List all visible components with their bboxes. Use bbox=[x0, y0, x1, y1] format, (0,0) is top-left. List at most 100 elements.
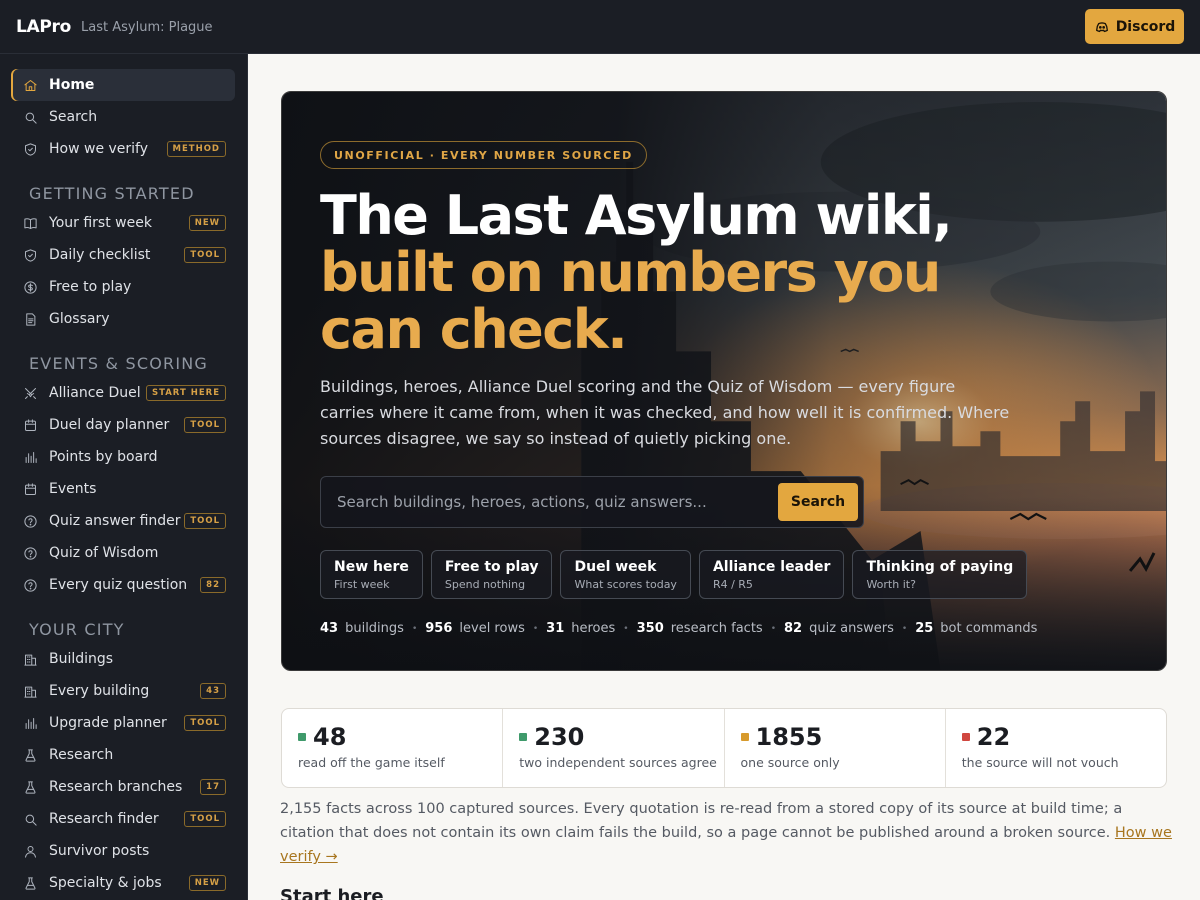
chip-free-to-play[interactable]: Free to play Spend nothing bbox=[430, 550, 553, 599]
sidebar-item-daily-checklist[interactable]: Daily checklist TOOL bbox=[11, 239, 235, 271]
discord-button[interactable]: Discord bbox=[1085, 9, 1184, 44]
confidence-label: two independent sources agree bbox=[519, 755, 717, 770]
sidebar-item-points-by-board[interactable]: Points by board bbox=[11, 441, 235, 473]
discord-icon bbox=[1095, 21, 1108, 32]
flask-icon bbox=[23, 748, 38, 763]
sidebar-item-quiz-of-wisdom[interactable]: Quiz of Wisdom bbox=[11, 537, 235, 569]
sidebar-item-duel-day-planner[interactable]: Duel day planner TOOL bbox=[11, 409, 235, 441]
shield-check-icon bbox=[23, 248, 38, 263]
sidebar-item-label: Points by board bbox=[49, 449, 158, 465]
sidebar-item-tag: TOOL bbox=[184, 513, 226, 529]
chip-subtitle: R4 / R5 bbox=[712, 578, 753, 591]
stat-value: 43 bbox=[320, 621, 339, 636]
content-stats: 43 buildings • 956 level rows • 31 heroes • 350 re… bbox=[320, 621, 1166, 636]
sidebar-item-label: Research bbox=[49, 747, 114, 763]
sidebar-item-label: Specialty & jobs bbox=[49, 875, 162, 891]
hero-banner: UNOFFICIAL · EVERY NUMBER SOURCED The La… bbox=[281, 91, 1167, 671]
sidebar-item-every-quiz-question[interactable]: Every quiz question 82 bbox=[11, 569, 235, 601]
sidebar-item-tag: TOOL bbox=[184, 715, 226, 731]
building-icon bbox=[23, 684, 38, 699]
hero-search-input[interactable] bbox=[337, 493, 767, 511]
chip-subtitle: First week bbox=[334, 578, 390, 591]
sidebar-item-label: How we verify bbox=[49, 141, 149, 157]
sidebar-item-label: Research finder bbox=[49, 811, 159, 827]
help-circle-icon bbox=[23, 546, 38, 561]
user-icon bbox=[23, 844, 38, 859]
sidebar-item-research-branches[interactable]: Research branches 17 bbox=[11, 771, 235, 803]
stat-value: 956 bbox=[425, 621, 453, 636]
sidebar-item-upgrade-planner[interactable]: Upgrade planner TOOL bbox=[11, 707, 235, 739]
stat-separator: • bbox=[623, 623, 629, 634]
confidence-count: 22 bbox=[976, 723, 1011, 751]
confidence-indicator bbox=[740, 733, 749, 741]
sidebar-item-label: Alliance Duel bbox=[49, 385, 141, 401]
search-icon bbox=[23, 110, 38, 125]
sidebar-item-tag: TOOL bbox=[184, 811, 226, 827]
chip-title: Thinking of paying bbox=[866, 559, 1014, 575]
chip-thinking-of-paying[interactable]: Thinking of paying Worth it? bbox=[852, 550, 1028, 599]
sidebar-item-how-we-verify[interactable]: How we verify METHOD bbox=[11, 133, 235, 165]
sidebar-item-home[interactable]: Home bbox=[11, 69, 235, 101]
stat-value: 31 bbox=[546, 621, 565, 636]
hero-search-button[interactable]: Search bbox=[778, 483, 858, 521]
chip-duel-week[interactable]: Duel week What scores today bbox=[560, 550, 691, 599]
stat-label: level rows bbox=[459, 621, 525, 636]
sidebar-item-label: Free to play bbox=[49, 279, 132, 295]
stat-label: heroes bbox=[571, 621, 616, 636]
sidebar-item-tag: METHOD bbox=[166, 141, 226, 157]
confidence-indicator bbox=[961, 733, 970, 741]
flask-icon bbox=[23, 780, 38, 795]
hero-content: UNOFFICIAL · EVERY NUMBER SOURCED The La… bbox=[282, 92, 1166, 670]
audience-chips: New here First week Free to play Spend noth… bbox=[320, 550, 1166, 599]
stat-separator: • bbox=[532, 623, 539, 634]
sidebar-item-specialty-and-jobs[interactable]: Specialty & jobs NEW bbox=[11, 867, 235, 899]
search-icon bbox=[23, 812, 38, 827]
sidebar-item-search[interactable]: Search bbox=[11, 101, 235, 133]
sources-note: 2,155 facts across 100 captured sources.… bbox=[280, 797, 1180, 869]
sidebar-item-alliance-duel[interactable]: Alliance Duel START HERE bbox=[11, 377, 235, 409]
sidebar-section-events-and-scoring: EVENTS & SCORING bbox=[29, 354, 209, 373]
sidebar-item-label: Every building bbox=[49, 683, 150, 699]
sidebar-item-label: Home bbox=[49, 77, 95, 93]
stat-separator: • bbox=[770, 623, 776, 634]
building-icon bbox=[23, 652, 38, 667]
chip-alliance-leader[interactable]: Alliance leader R4 / R5 bbox=[698, 550, 845, 599]
confidence-card: 1855 one source only bbox=[725, 709, 946, 787]
sidebar: Home Search How we verify METHOD GETTING STA… bbox=[0, 54, 248, 900]
swords-icon bbox=[23, 386, 38, 401]
sidebar-item-tag: NEW bbox=[188, 875, 226, 891]
hero-title: The Last Asylum wiki, built on numbers y… bbox=[320, 187, 1166, 358]
sidebar-item-glossary[interactable]: Glossary bbox=[11, 303, 235, 335]
sidebar-item-research-finder[interactable]: Research finder TOOL bbox=[11, 803, 235, 835]
sidebar-item-label: Your first week bbox=[49, 215, 152, 231]
sidebar-item-label: Events bbox=[49, 481, 97, 497]
sidebar-item-label: Duel day planner bbox=[49, 417, 170, 433]
confidence-summary: 48 read off the game itself 230 two indepen… bbox=[281, 708, 1167, 788]
sidebar-section-getting-started: GETTING STARTED bbox=[29, 184, 195, 203]
top-bar: LAPro Last Asylum: Plague Discord bbox=[0, 0, 1200, 54]
stat-label: quiz answers bbox=[809, 621, 894, 636]
sidebar-item-events[interactable]: Events bbox=[11, 473, 235, 505]
brand-logo[interactable]: LAPro bbox=[16, 17, 71, 37]
sidebar-item-buildings[interactable]: Buildings bbox=[11, 643, 235, 675]
stat-separator: • bbox=[901, 623, 908, 634]
confidence-card: 230 two independent sources agree bbox=[503, 709, 725, 787]
sidebar-item-your-first-week[interactable]: Your first week NEW bbox=[11, 207, 235, 239]
bar-chart-icon bbox=[23, 716, 38, 731]
bar-chart-icon bbox=[23, 450, 38, 465]
confidence-value: 1855 bbox=[740, 723, 945, 751]
calendar-icon bbox=[23, 482, 38, 497]
sidebar-item-quiz-answer-finder[interactable]: Quiz answer finder TOOL bbox=[11, 505, 235, 537]
hero-pill-badge: UNOFFICIAL · EVERY NUMBER SOURCED bbox=[320, 141, 647, 169]
sidebar-item-research[interactable]: Research bbox=[11, 739, 235, 771]
chip-new-here[interactable]: New here First week bbox=[320, 550, 423, 599]
chip-subtitle: Worth it? bbox=[866, 578, 916, 591]
sidebar-item-tag: 17 bbox=[200, 779, 226, 795]
confidence-card: 48 read off the game itself bbox=[282, 709, 504, 787]
chip-subtitle: What scores today bbox=[574, 578, 677, 591]
help-circle-icon bbox=[23, 514, 38, 529]
sidebar-item-every-building[interactable]: Every building 43 bbox=[11, 675, 235, 707]
sidebar-item-survivor-posts[interactable]: Survivor posts bbox=[11, 835, 235, 867]
sidebar-item-free-to-play[interactable]: Free to play bbox=[11, 271, 235, 303]
stat-value: 25 bbox=[915, 621, 934, 636]
